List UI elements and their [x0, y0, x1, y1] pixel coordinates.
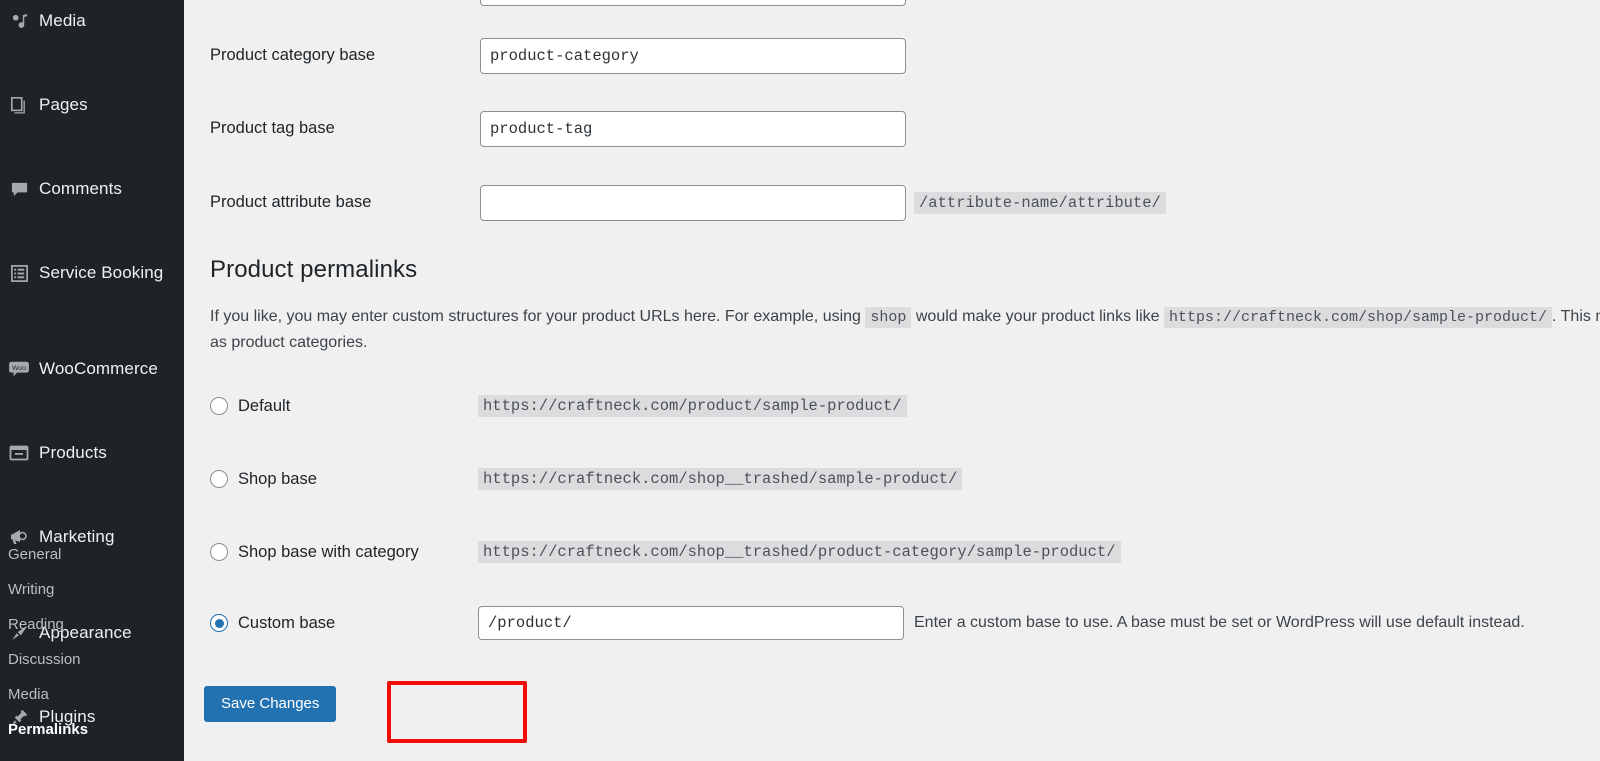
- save-changes-button[interactable]: Save Changes: [204, 686, 337, 722]
- option-default-label: Default: [238, 396, 291, 415]
- radio-shop-base-with-category[interactable]: [210, 543, 228, 561]
- submenu-item-label: Permalinks: [8, 721, 89, 738]
- comments-icon: [2, 180, 36, 199]
- sidebar-item-pages[interactable]: Pages: [0, 84, 184, 126]
- product-base-input-clipped[interactable]: [480, 0, 906, 6]
- list-icon: [2, 264, 36, 283]
- settings-submenu: General Writing Reading Discussion Media…: [0, 533, 184, 747]
- products-icon: [2, 444, 36, 462]
- option-default[interactable]: Default https://craftneck.com/product/sa…: [210, 391, 907, 421]
- desc-code-shop: shop: [865, 307, 912, 328]
- sidebar-item-label: WooCommerce: [39, 359, 158, 378]
- submenu-item-label: General: [8, 546, 62, 563]
- save-changes-wrapper: Save Changes: [204, 686, 337, 722]
- option-shop-base-with-category-url: https://craftneck.com/shop__trashed/prod…: [478, 541, 1121, 563]
- submenu-item-general[interactable]: General: [0, 537, 184, 572]
- submenu-item-media[interactable]: Media: [0, 677, 184, 712]
- submenu-item-writing[interactable]: Writing: [0, 572, 184, 607]
- sidebar-item-woocommerce[interactable]: Woo WooCommerce: [0, 348, 184, 390]
- annotation-highlight-box: [387, 681, 527, 743]
- product-tag-base-input[interactable]: [480, 111, 906, 147]
- wordpress-admin-screen: Media Pages Comments Service Booking Woo: [0, 0, 1600, 761]
- submenu-item-label: Reading: [8, 616, 64, 633]
- settings-content-area: Product category base Product tag base P…: [184, 0, 1600, 761]
- product-attribute-base-label: Product attribute base: [210, 193, 372, 212]
- sidebar-item-label: Media: [39, 11, 86, 30]
- desc-code-example-url: https://craftneck.com/shop/sample-produc…: [1163, 307, 1553, 328]
- submenu-item-reading[interactable]: Reading: [0, 607, 184, 642]
- radio-custom-base[interactable]: [210, 614, 228, 632]
- row-product-tag-base: Product tag base: [210, 111, 906, 147]
- submenu-item-discussion[interactable]: Discussion: [0, 642, 184, 677]
- sidebar-separator: [0, 168, 184, 178]
- sidebar-item-label: Products: [39, 443, 107, 462]
- product-category-base-label: Product category base: [210, 46, 376, 65]
- sidebar-item-service-booking[interactable]: Service Booking: [0, 252, 184, 294]
- sidebar-item-products[interactable]: Products: [0, 432, 184, 474]
- radio-default[interactable]: [210, 397, 228, 415]
- product-permalinks-description: If you like, you may enter custom struct…: [210, 304, 1600, 355]
- sidebar-item-label: Service Booking: [39, 263, 164, 282]
- submenu-item-label: Discussion: [8, 651, 81, 668]
- submenu-item-label: Media: [8, 686, 49, 703]
- pages-icon: [2, 96, 36, 114]
- submenu-item-label: Writing: [8, 581, 55, 598]
- desc-part-2: would make your product links like: [915, 308, 1160, 325]
- option-shop-base[interactable]: Shop base https://craftneck.com/shop__tr…: [210, 464, 963, 494]
- radio-shop-base[interactable]: [210, 470, 228, 488]
- submenu-item-permalinks[interactable]: Permalinks: [0, 712, 184, 747]
- row-product-category-base: Product category base: [210, 38, 906, 74]
- product-category-base-input[interactable]: [480, 38, 906, 74]
- option-shop-base-with-category[interactable]: Shop base with category https://craftnec…: [210, 537, 1121, 567]
- option-shop-base-url: https://craftneck.com/shop__trashed/samp…: [478, 468, 963, 490]
- admin-sidebar: Media Pages Comments Service Booking Woo: [0, 0, 184, 761]
- sidebar-item-media[interactable]: Media: [0, 0, 184, 42]
- custom-base-hint: Enter a custom base to use. A base must …: [914, 614, 1525, 631]
- sidebar-separator: [0, 306, 184, 316]
- product-permalinks-heading: Product permalinks: [210, 256, 418, 283]
- row-product-attribute-base: Product attribute base /attribute-name/a…: [210, 185, 1166, 221]
- option-custom-base[interactable]: Custom base Enter a custom base to use. …: [210, 606, 1525, 640]
- custom-base-input[interactable]: [478, 606, 904, 640]
- product-tag-base-label: Product tag base: [210, 119, 335, 138]
- sidebar-item-label: Pages: [39, 95, 88, 114]
- option-shop-base-with-category-label: Shop base with category: [238, 542, 419, 561]
- product-attribute-base-input[interactable]: [480, 185, 906, 221]
- desc-part-3: . This: [1552, 308, 1591, 325]
- woo-icon: Woo: [2, 360, 36, 378]
- svg-text:Woo: Woo: [12, 365, 26, 372]
- option-default-url: https://craftneck.com/product/sample-pro…: [478, 395, 907, 417]
- sidebar-item-label: Comments: [39, 179, 122, 198]
- media-icon: [2, 12, 36, 31]
- option-shop-base-label: Shop base: [238, 469, 317, 488]
- desc-part-1: If you like, you may enter custom struct…: [210, 308, 861, 325]
- product-attribute-base-suffix: /attribute-name/attribute/: [914, 192, 1166, 214]
- option-custom-base-label: Custom base: [238, 613, 336, 632]
